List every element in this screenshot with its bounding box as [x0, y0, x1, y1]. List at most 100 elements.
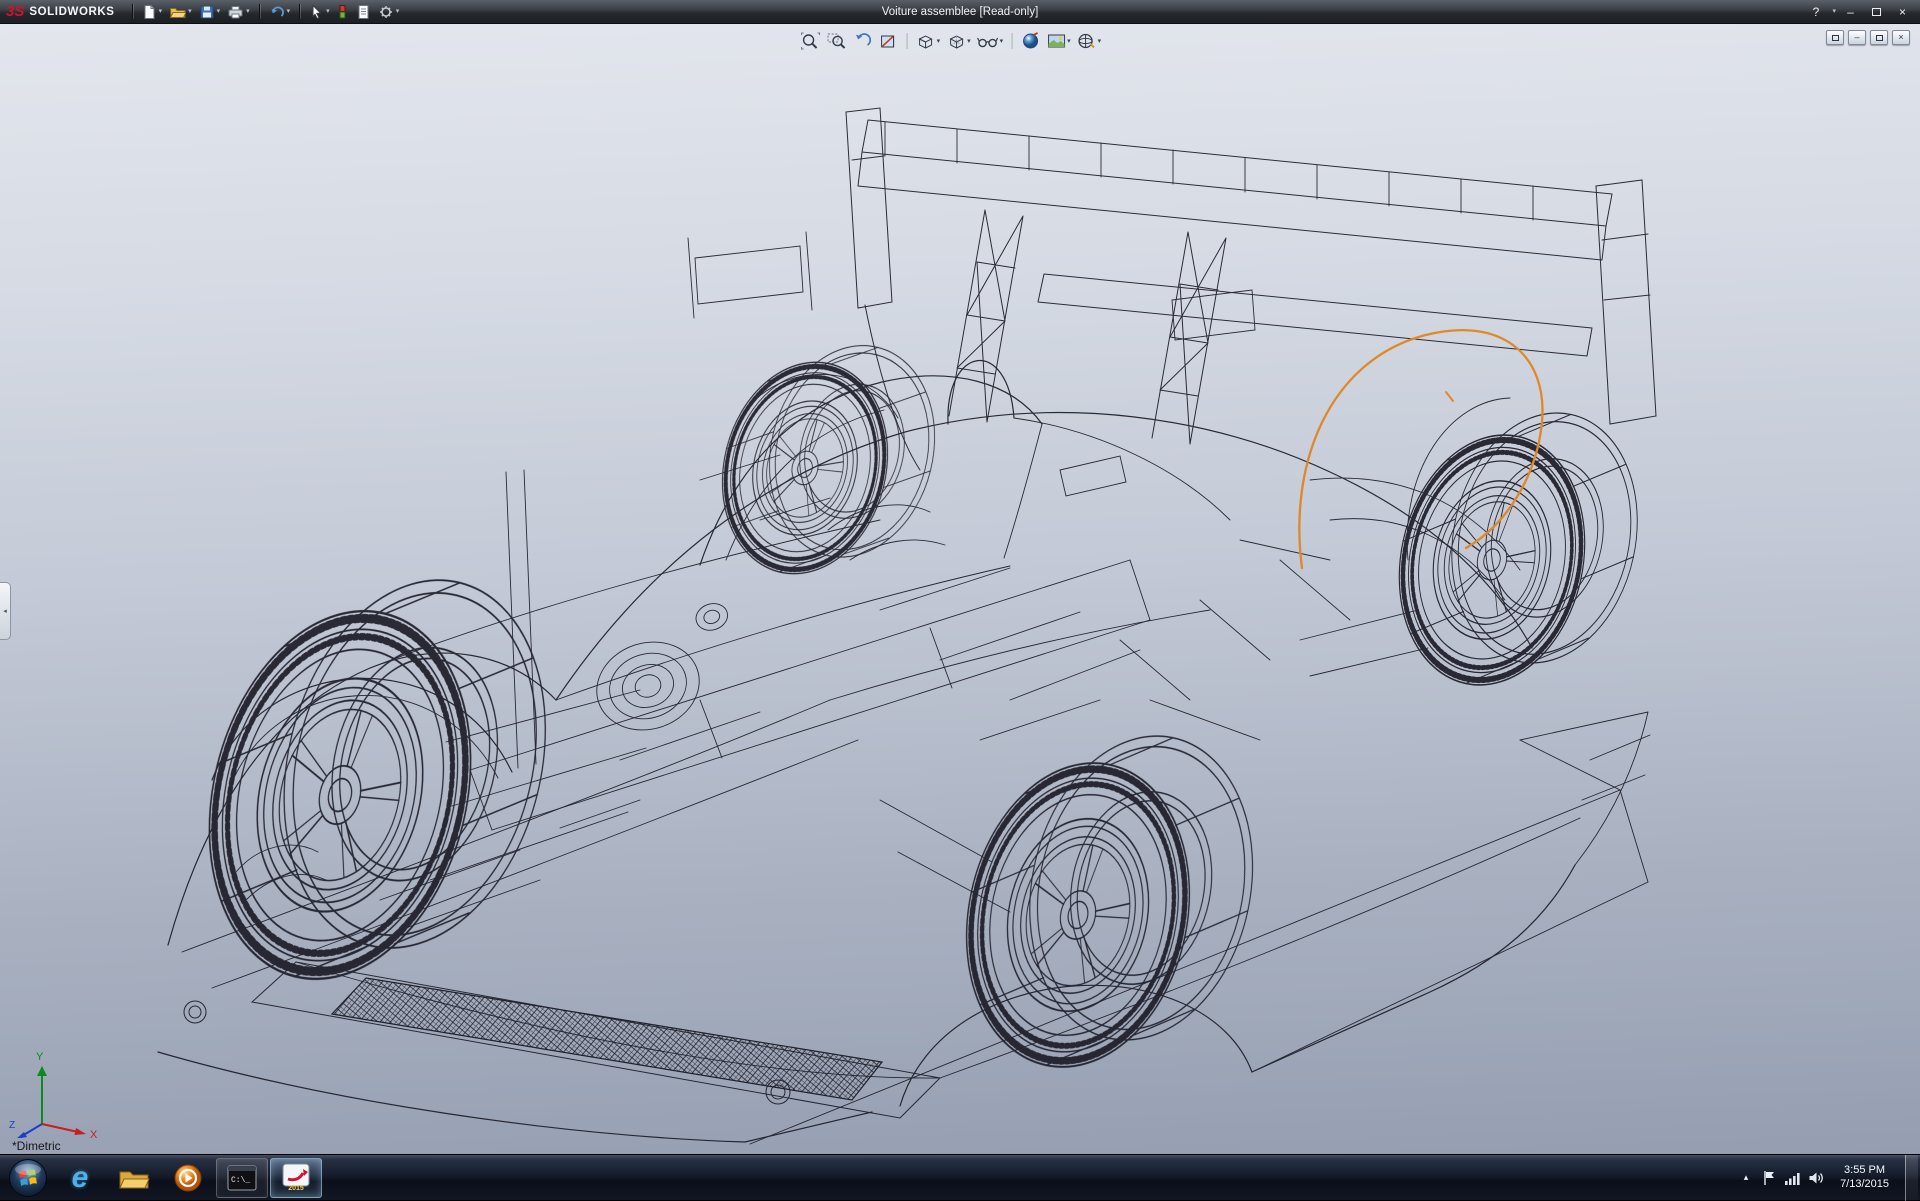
dropdown-caret[interactable]: ▾: [159, 8, 163, 15]
select-button[interactable]: ▾: [306, 2, 333, 22]
dropdown-caret[interactable]: ▾: [188, 8, 192, 15]
taskbar-item-internet-explorer[interactable]: e: [54, 1158, 106, 1198]
clock-time: 3:55 PM: [1844, 1164, 1885, 1176]
axis-y-label: Y: [36, 1051, 44, 1063]
network-icon[interactable]: [1784, 1170, 1800, 1186]
taskbar: e C:\_ 2015 ▴ 3:55 PM: [0, 1154, 1920, 1200]
print-button[interactable]: ▾: [224, 2, 253, 22]
rebuild-button[interactable]: [334, 2, 352, 22]
view-orientation-button[interactable]: ▾: [914, 30, 943, 52]
dropdown-caret[interactable]: ▾: [246, 8, 250, 15]
app-name: SOLIDWORKS: [29, 6, 114, 18]
radiator-mesh: [332, 978, 882, 1100]
document-close-button[interactable]: ×: [1892, 30, 1910, 45]
dropdown-caret[interactable]: ▾: [937, 37, 941, 45]
save-button[interactable]: ▾: [196, 2, 224, 22]
zoom-to-fit-button[interactable]: [799, 30, 823, 52]
orientation-triad: Y X Z: [8, 1046, 104, 1138]
previous-view-button[interactable]: [851, 30, 875, 52]
maximize-button[interactable]: [1865, 3, 1888, 21]
document-window-controls: – ×: [1826, 30, 1910, 45]
solidworks-year-badge: 2015: [288, 1185, 304, 1192]
apply-scene-button[interactable]: ▾: [1044, 30, 1073, 52]
document-minimize-button[interactable]: –: [1848, 30, 1866, 45]
volume-icon[interactable]: [1808, 1170, 1824, 1186]
zoom-to-fit-icon: [801, 32, 821, 50]
toolbar-separator: [1011, 33, 1012, 49]
zoom-to-area-button[interactable]: [825, 30, 849, 52]
new-document-icon: [141, 4, 157, 20]
wheel-rear-right: [1377, 386, 1660, 712]
title-bar: 3S SOLIDWORKS ▾ ▾ ▾ ▾ ▾: [0, 0, 1920, 24]
windows-start-orb-icon: [8, 1158, 48, 1198]
front-splitter: [252, 962, 940, 1118]
wheel-front-left: [172, 536, 582, 1022]
system-tray: ▴ 3:55 PM 7/13/2015: [1738, 1155, 1920, 1201]
options-gear-icon: [378, 4, 394, 20]
window-controls: ? ▾ – ×: [1804, 3, 1920, 21]
help-button[interactable]: ?: [1804, 3, 1827, 21]
maximize-glyph: [1872, 8, 1881, 16]
display-style-button[interactable]: ▾: [944, 30, 973, 52]
axis-x-label: X: [90, 1129, 98, 1138]
taskbar-clock[interactable]: 3:55 PM 7/13/2015: [1832, 1164, 1897, 1191]
new-document-button[interactable]: ▾: [138, 2, 166, 22]
taskbar-item-solidworks[interactable]: 2015: [270, 1158, 322, 1198]
undo-button[interactable]: ▾: [266, 2, 294, 22]
file-properties-button[interactable]: [353, 2, 374, 22]
taskbar-item-command-prompt[interactable]: C:\_: [216, 1158, 268, 1198]
document-restore-button[interactable]: [1826, 30, 1844, 45]
close-button[interactable]: ×: [1891, 3, 1914, 21]
tray-expand-button[interactable]: ▴: [1738, 1172, 1754, 1183]
options-button[interactable]: ▾: [375, 2, 403, 22]
axis-z-label: Z: [9, 1120, 15, 1131]
wheel-front-right: [701, 318, 957, 602]
section-view-icon: [879, 32, 899, 50]
panel-arrow-glyph: ◂: [3, 607, 7, 615]
open-button[interactable]: ▾: [166, 2, 195, 22]
selected-edge-highlight[interactable]: [1299, 330, 1542, 568]
display-style-icon: [946, 32, 966, 50]
dropdown-caret[interactable]: ▾: [217, 8, 221, 15]
dropdown-caret[interactable]: ▾: [396, 8, 400, 15]
clock-date: 7/13/2015: [1840, 1178, 1889, 1190]
printer-icon: [227, 4, 244, 20]
hide-show-items-button[interactable]: ▾: [975, 30, 1006, 52]
dropdown-caret[interactable]: ▾: [1098, 37, 1102, 45]
media-player-icon: [173, 1163, 203, 1193]
glasses-icon: [977, 32, 999, 50]
document-maximize-button[interactable]: [1870, 30, 1888, 45]
taskbar-item-media-player[interactable]: [162, 1158, 214, 1198]
edit-appearance-button[interactable]: [1018, 30, 1042, 52]
panel-collapse-tab[interactable]: ◂: [0, 582, 11, 640]
graphics-area[interactable]: ▾ ▾ ▾ ▾ ▾: [0, 24, 1920, 1154]
body-outline: [158, 360, 1575, 1142]
minimize-button[interactable]: –: [1839, 3, 1862, 21]
maximize-glyph: [1876, 35, 1883, 41]
file-properties-icon: [356, 4, 371, 20]
view-settings-button[interactable]: ▾: [1075, 30, 1104, 52]
solidworks-window: 3S SOLIDWORKS ▾ ▾ ▾ ▾ ▾: [0, 0, 1920, 1200]
rebuild-traffic-icon: [337, 4, 349, 20]
help-dropdown-caret[interactable]: ▾: [1832, 8, 1836, 15]
rear-wing: [846, 108, 1656, 470]
appearance-ball-icon: [1020, 32, 1040, 50]
toolbar-separator: [907, 33, 908, 49]
previous-view-icon: [853, 32, 873, 50]
dropdown-caret[interactable]: ▾: [287, 8, 291, 15]
taskbar-item-explorer[interactable]: [108, 1158, 160, 1198]
action-center-flag-icon[interactable]: [1762, 1170, 1776, 1186]
dropdown-caret[interactable]: ▾: [1000, 37, 1004, 45]
show-desktop-button[interactable]: [1905, 1155, 1918, 1201]
undo-arrow-icon: [269, 4, 285, 20]
section-view-button[interactable]: [877, 30, 901, 52]
dropdown-caret[interactable]: ▾: [326, 8, 330, 15]
dropdown-caret[interactable]: ▾: [1067, 37, 1071, 45]
start-button[interactable]: [6, 1156, 50, 1200]
dropdown-caret[interactable]: ▾: [967, 37, 971, 45]
restore-glyph: [1832, 35, 1839, 41]
command-prompt-icon: C:\_: [227, 1165, 257, 1191]
internet-explorer-icon: e: [72, 1163, 89, 1193]
folder-icon: [118, 1165, 150, 1191]
car-body-wireframe: [158, 108, 1660, 1144]
